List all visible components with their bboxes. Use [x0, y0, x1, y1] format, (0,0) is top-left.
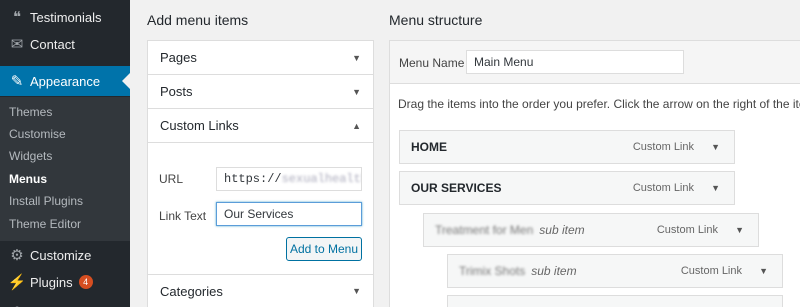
accordion-categories[interactable]: Categories ▼: [148, 274, 373, 307]
caret-down-icon[interactable]: ▼: [759, 266, 768, 276]
accordion-label: Pages: [160, 50, 197, 65]
sidebar-item-users[interactable]: ●: [0, 296, 130, 307]
mail-icon: ✉: [10, 36, 24, 53]
menu-item-partial[interactable]: [447, 295, 783, 307]
plug-icon: ⚡: [7, 274, 27, 291]
submenu-menus[interactable]: Menus: [0, 168, 130, 190]
caret-down-icon[interactable]: ▼: [711, 183, 720, 193]
sidebar-item-label: Testimonials: [30, 9, 102, 25]
sidebar-item-label: Contact: [30, 36, 75, 52]
caret-down-icon[interactable]: ▼: [352, 286, 361, 296]
sidebar-item-contact[interactable]: ✉ Contact: [0, 31, 130, 57]
active-pointer-arrow: [122, 73, 130, 89]
menu-name-input[interactable]: Main Menu: [466, 50, 684, 74]
menu-item-type: Custom Link: [632, 182, 694, 194]
url-blurred-value: sexualhealthg: [281, 172, 361, 186]
sidebar-item-label: Customize: [30, 247, 92, 263]
add-items-accordion: Pages ▼ Posts ▼ Custom Links ▲ URL https…: [147, 40, 374, 307]
user-icon: ●: [8, 300, 26, 307]
sidebar-item-customize[interactable]: ⚙ Customize: [0, 242, 130, 268]
update-count-badge: 4: [78, 275, 93, 289]
admin-sidebar: ❝ Testimonials ✉ Contact ✎ Appearance Th…: [0, 0, 130, 307]
caret-down-icon[interactable]: ▼: [352, 53, 361, 63]
accordion-label: Posts: [160, 84, 193, 99]
submenu-install-plugins[interactable]: Install Plugins: [0, 190, 130, 212]
menu-item-type: Custom Link: [680, 265, 742, 277]
url-label: URL: [159, 172, 184, 186]
menu-item-title: OUR SERVICES: [411, 181, 502, 195]
caret-up-icon[interactable]: ▲: [352, 121, 361, 131]
menu-item-our-services[interactable]: OUR SERVICES Custom Link ▼: [399, 171, 735, 205]
menu-item-type: Custom Link: [656, 224, 718, 236]
submenu-theme-editor[interactable]: Theme Editor: [0, 213, 130, 235]
url-input[interactable]: https://sexualhealthg: [216, 167, 362, 191]
submenu-widgets[interactable]: Widgets: [0, 145, 130, 167]
link-text-input[interactable]: Our Services: [216, 202, 362, 226]
menu-help-text: Drag the items into the order you prefer…: [398, 97, 800, 111]
paintbrush-icon: ✎: [10, 73, 24, 90]
menu-item-type: Custom Link: [632, 141, 694, 153]
menu-item-sub-label: sub item: [531, 264, 577, 278]
appearance-submenu: Themes Customise Widgets Menus Install P…: [0, 97, 130, 241]
menu-name-label: Menu Name: [399, 56, 465, 70]
accordion-label: Custom Links: [160, 118, 239, 133]
accordion-posts[interactable]: Posts ▼: [148, 75, 373, 109]
add-menu-items-heading: Add menu items: [147, 12, 249, 28]
submenu-themes[interactable]: Themes: [0, 101, 130, 123]
custom-links-panel: URL https://sexualhealthg Link Text Our …: [148, 144, 373, 274]
menu-structure-heading: Menu structure: [389, 12, 483, 28]
sidebar-item-testimonials[interactable]: ❝ Testimonials: [0, 4, 130, 30]
menu-item-title: Trimix Shots: [459, 264, 526, 278]
sidebar-item-appearance[interactable]: ✎ Appearance: [0, 66, 130, 96]
menu-item-sub-1[interactable]: Treatment for Men sub item Custom Link ▼: [423, 213, 759, 247]
caret-down-icon[interactable]: ▼: [352, 87, 361, 97]
wp-admin-screen: ❝ Testimonials ✉ Contact ✎ Appearance Th…: [0, 0, 800, 307]
menu-item-sub-2[interactable]: Trimix Shots sub item Custom Link ▼: [447, 254, 783, 288]
add-to-menu-button[interactable]: Add to Menu: [286, 237, 362, 261]
caret-down-icon[interactable]: ▼: [711, 142, 720, 152]
sidebar-item-plugins[interactable]: ⚡ Plugins 4: [0, 269, 130, 295]
menu-item-sub-label: sub item: [539, 223, 585, 237]
submenu-customise[interactable]: Customise: [0, 123, 130, 145]
menu-item-title: HOME: [411, 140, 447, 154]
gear-icon: ⚙: [10, 247, 24, 264]
menu-item-home[interactable]: HOME Custom Link ▼: [399, 130, 735, 164]
caret-down-icon[interactable]: ▼: [735, 225, 744, 235]
accordion-pages[interactable]: Pages ▼: [148, 41, 373, 75]
menu-structure-panel: Menu Name Main Menu Drag the items into …: [389, 40, 800, 307]
link-text-label: Link Text: [159, 209, 207, 223]
menu-name-bar: Menu Name Main Menu: [390, 41, 800, 84]
quote-icon: ❝: [12, 9, 22, 26]
sidebar-item-label: Appearance: [30, 73, 101, 89]
accordion-label: Categories: [160, 283, 223, 299]
url-value: https://: [224, 172, 282, 186]
sidebar-item-label: Plugins: [30, 274, 73, 290]
accordion-custom-links[interactable]: Custom Links ▲: [148, 109, 373, 143]
menu-item-title: Treatment for Men: [435, 223, 534, 237]
